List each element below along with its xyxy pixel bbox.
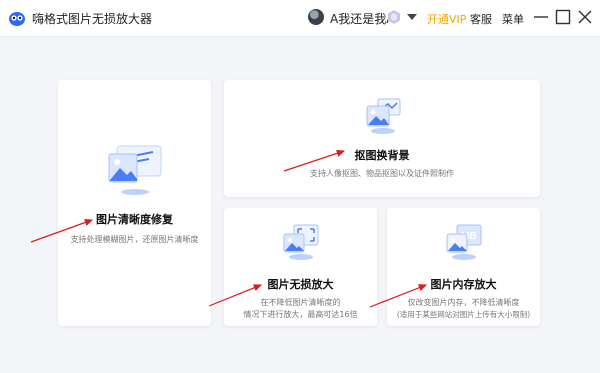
title-bar: 嗨格式图片无损放大器 A我还是我A 开通VIP 客服 菜单 xyxy=(0,0,600,37)
card-title: 图片内存放大 xyxy=(430,278,497,291)
image-restore-icon xyxy=(108,145,162,195)
card-description-line-1: 在不降低图片清晰度的 xyxy=(260,298,341,307)
customer-service-button[interactable]: 客服 xyxy=(470,11,492,27)
chevron-down-icon[interactable] xyxy=(406,12,418,22)
enlarge-image-icon xyxy=(283,224,319,260)
card-lossless-enlarge[interactable]: 图片无损放大 在不降低图片清晰度的 情况下进行放大，最高可达16倍 xyxy=(224,208,377,326)
app-logo-icon xyxy=(9,12,25,26)
card-title: 图片无损放大 xyxy=(267,278,334,291)
username[interactable]: A我还是我A xyxy=(330,10,394,27)
menu-button[interactable]: 菜单 xyxy=(502,11,524,27)
card-description-line-1: 仅改变图片内存，不降低清晰度 xyxy=(407,298,520,307)
card-image-restore[interactable]: 图片清晰度修复 支持处理模糊图片，还原图片清晰度 xyxy=(58,80,211,326)
card-title: 图片清晰度修复 xyxy=(96,213,173,226)
maximize-icon[interactable] xyxy=(554,8,572,26)
cutout-background-icon xyxy=(366,98,401,134)
card-description-line-2: (适用于某些网站对图片上传有大小限制) xyxy=(396,310,531,319)
card-memory-enlarge[interactable]: MB 图片内存放大 仅改变图片内存，不降低清晰度 (适用于某些网站对图片上传有大… xyxy=(387,208,540,326)
avatar[interactable] xyxy=(308,9,324,25)
app-title: 嗨格式图片无损放大器 xyxy=(32,12,153,26)
card-description: 支持人像抠图、物品抠图以及证件照制作 xyxy=(310,169,454,178)
card-description-line-2: 情况下进行放大，最高可达16倍 xyxy=(243,310,358,319)
card-description: 支持处理模糊图片，还原图片清晰度 xyxy=(70,235,199,244)
vip-button[interactable]: 开通VIP xyxy=(427,11,466,27)
minimize-icon[interactable] xyxy=(532,8,550,26)
file-size-icon: MB xyxy=(446,224,482,260)
card-title: 抠图换背景 xyxy=(354,149,410,162)
card-change-background[interactable]: 抠图换背景 支持人像抠图、物品抠图以及证件照制作 xyxy=(224,80,540,197)
close-icon[interactable] xyxy=(576,8,594,26)
user-badge-icon xyxy=(388,10,400,24)
